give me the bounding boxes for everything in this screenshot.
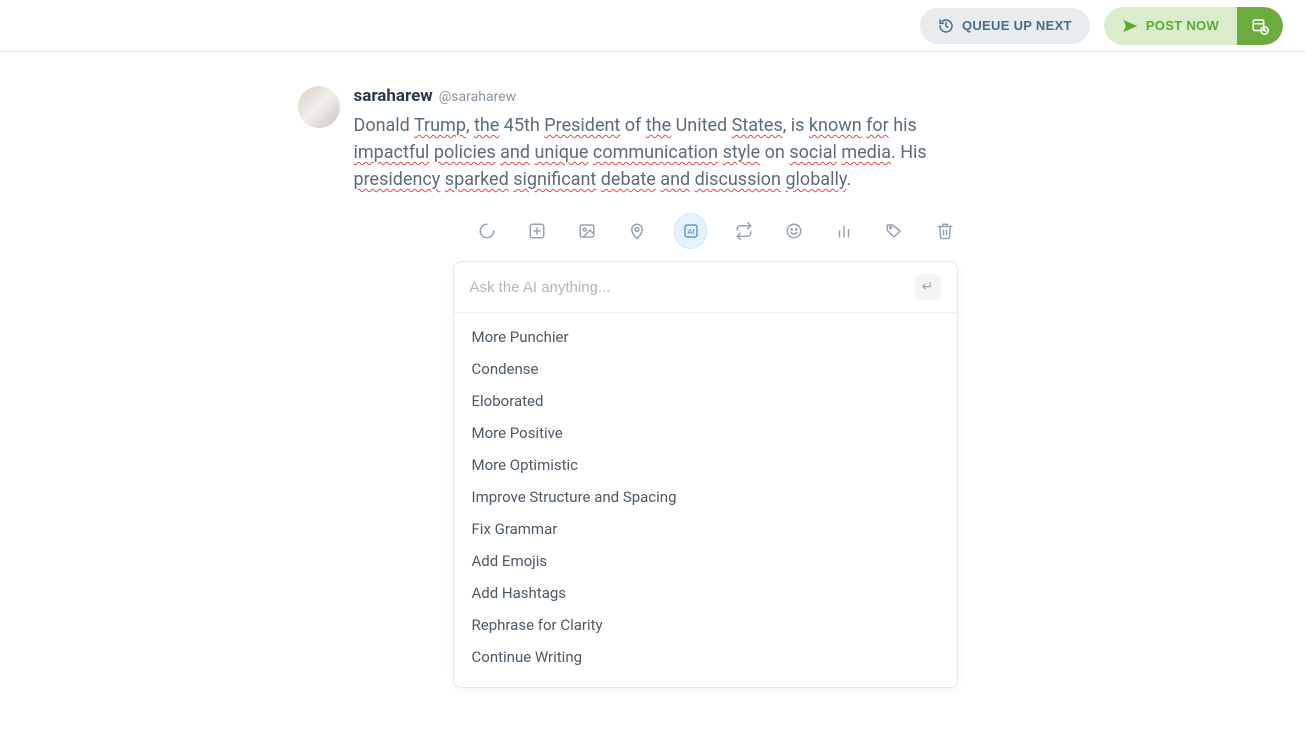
retweet-icon[interactable] <box>731 217 757 245</box>
post-label: POST NOW <box>1146 18 1219 33</box>
calendar-clock-icon <box>1251 17 1269 35</box>
enter-icon: ↵ <box>922 279 934 295</box>
user-display-name: saraharew <box>354 86 433 106</box>
ai-suggestion-item[interactable]: Improve Structure and Spacing <box>454 481 957 513</box>
send-icon <box>1122 18 1138 34</box>
ai-prompt-input[interactable] <box>470 279 905 296</box>
ai-suggestion-item[interactable]: Add Emojis <box>454 545 957 577</box>
trash-icon[interactable] <box>932 217 958 245</box>
composer-toolbar: AI <box>354 213 958 249</box>
ai-suggestion-item[interactable]: Condense <box>454 353 957 385</box>
ai-suggestion-item[interactable]: More Optimistic <box>454 449 957 481</box>
avatar <box>298 86 340 128</box>
user-line: saraharew @saraharew <box>354 86 958 106</box>
history-icon <box>938 18 954 34</box>
ai-suggestion-item[interactable]: Continue Writing <box>454 641 957 673</box>
emoji-icon[interactable] <box>781 217 807 245</box>
svg-text:AI: AI <box>687 227 695 236</box>
post-now-button[interactable]: POST NOW <box>1104 7 1237 45</box>
ai-suggestion-item[interactable]: More Positive <box>454 417 957 449</box>
ai-suggestion-item[interactable]: Fix Grammar <box>454 513 957 545</box>
ai-input-row: ↵ <box>454 262 957 313</box>
composer: saraharew @saraharew Donald Trump, the 4… <box>298 86 958 688</box>
ai-submit-button[interactable]: ↵ <box>915 274 941 300</box>
ai-icon[interactable]: AI <box>674 213 708 249</box>
top-bar: QUEUE UP NEXT POST NOW <box>0 0 1305 52</box>
ai-suggestion-list: More PunchierCondenseEloboratedMore Posi… <box>454 313 957 687</box>
post-text[interactable]: Donald Trump, the 45th President of the … <box>354 112 958 193</box>
add-icon[interactable] <box>524 217 550 245</box>
post-button-group: POST NOW <box>1104 7 1283 45</box>
content-area: saraharew @saraharew Donald Trump, the 4… <box>0 52 1305 688</box>
ai-suggestion-item[interactable]: Rephrase for Clarity <box>454 609 957 641</box>
loading-icon[interactable] <box>474 217 500 245</box>
schedule-button[interactable] <box>1237 7 1283 45</box>
queue-label: QUEUE UP NEXT <box>962 18 1072 33</box>
ai-suggestion-item[interactable]: Eloborated <box>454 385 957 417</box>
image-icon[interactable] <box>574 217 600 245</box>
ai-suggestion-item[interactable]: Add Hashtags <box>454 577 957 609</box>
location-icon[interactable] <box>624 217 650 245</box>
poll-icon[interactable] <box>831 217 857 245</box>
tag-icon[interactable] <box>881 217 907 245</box>
queue-up-next-button[interactable]: QUEUE UP NEXT <box>920 8 1090 44</box>
composer-header: saraharew @saraharew Donald Trump, the 4… <box>298 86 958 193</box>
ai-panel: ↵ More PunchierCondenseEloboratedMore Po… <box>453 261 958 688</box>
user-handle: @saraharew <box>439 89 516 105</box>
ai-suggestion-item[interactable]: More Punchier <box>454 321 957 353</box>
